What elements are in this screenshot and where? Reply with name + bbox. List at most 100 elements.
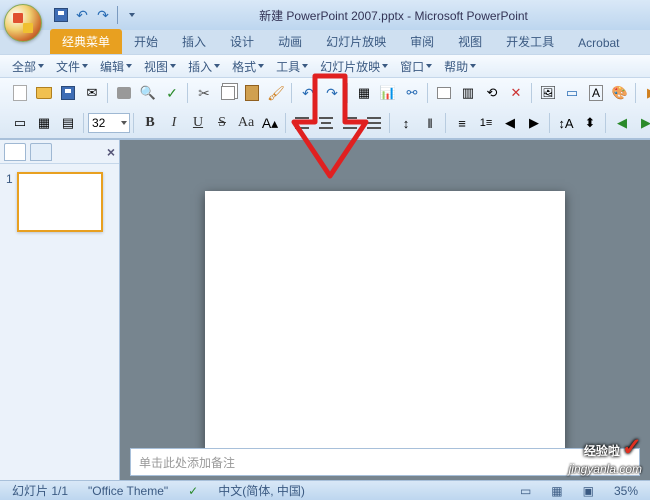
chevron-down-icon <box>470 64 476 68</box>
menu-file[interactable]: 文件 <box>50 55 94 78</box>
view-sorter-button[interactable]: ▦ <box>33 112 55 134</box>
line-spacing-icon: ↕ <box>403 116 410 131</box>
line-spacing-button[interactable]: ↕ <box>395 112 417 134</box>
new-file-icon <box>13 85 27 101</box>
qat-customize-button[interactable] <box>123 6 141 24</box>
qat-redo-button[interactable]: ↷ <box>94 6 112 24</box>
menu-edit[interactable]: 编辑 <box>94 55 138 78</box>
menu-help[interactable]: 帮助 <box>438 55 482 78</box>
bold-button[interactable]: B <box>139 112 161 134</box>
menu-tools[interactable]: 工具 <box>270 55 314 78</box>
align-text-button[interactable]: ⬍ <box>579 112 601 134</box>
outline-tab[interactable] <box>30 143 52 161</box>
columns-button[interactable]: ‖ <box>419 112 441 134</box>
menu-slideshow[interactable]: 幻灯片放映 <box>314 55 394 78</box>
tab-view[interactable]: 视图 <box>446 29 494 54</box>
qat-undo-button[interactable]: ↶ <box>73 6 91 24</box>
chevron-down-icon <box>38 64 44 68</box>
menu-insert[interactable]: 插入 <box>182 55 226 78</box>
tab-slideshow[interactable]: 幻灯片放映 <box>314 29 398 54</box>
chevron-down-icon <box>382 64 388 68</box>
italic-button[interactable]: I <box>163 112 185 134</box>
office-button[interactable] <box>4 4 42 42</box>
bold-icon: B <box>145 115 154 131</box>
view-normal-button[interactable]: ▭ <box>9 112 31 134</box>
delete-slide-button[interactable]: ✕ <box>505 82 527 104</box>
bullets-button[interactable]: ≡ <box>451 112 473 134</box>
menu-view[interactable]: 视图 <box>138 55 182 78</box>
font-size-input[interactable]: 32 <box>88 113 130 133</box>
email-button[interactable]: ✉ <box>81 82 103 104</box>
check-icon: ✓ <box>622 434 642 461</box>
align-left-button[interactable] <box>291 112 313 134</box>
chevron-down-icon <box>121 121 127 125</box>
tab-classic-menu[interactable]: 经典菜单 <box>50 29 122 54</box>
open-button[interactable] <box>33 82 55 104</box>
format-painter-button[interactable]: 🖌 <box>265 82 287 104</box>
align-right-button[interactable] <box>339 112 361 134</box>
close-panel-button[interactable]: × <box>107 144 115 160</box>
insert-chart-button[interactable]: 📊 <box>377 82 399 104</box>
new-slide-button[interactable] <box>433 82 455 104</box>
tab-home[interactable]: 开始 <box>122 29 170 54</box>
tab-developer[interactable]: 开发工具 <box>494 29 566 54</box>
slide-canvas[interactable] <box>205 191 565 451</box>
view-slideshow-status-button[interactable]: ▣ <box>577 484 600 498</box>
tab-acrobat[interactable]: Acrobat <box>566 32 631 54</box>
decrease-indent-button[interactable]: ◀ <box>499 112 521 134</box>
menu-window[interactable]: 窗口 <box>394 55 438 78</box>
redo-icon: ↷ <box>95 8 111 22</box>
tab-design[interactable]: 设计 <box>218 29 266 54</box>
font-size-up-button[interactable]: A▴ <box>259 112 281 134</box>
promote-button[interactable]: ◀ <box>611 112 633 134</box>
align-center-button[interactable] <box>315 112 337 134</box>
status-bar: 幻灯片 1/1 "Office Theme" ✓ 中文(简体, 中国) ▭ ▦ … <box>0 480 650 500</box>
tab-animation[interactable]: 动画 <box>266 29 314 54</box>
demote-button[interactable]: ▶ <box>635 112 650 134</box>
new-button[interactable] <box>9 82 31 104</box>
print-button[interactable] <box>113 82 135 104</box>
tab-insert[interactable]: 插入 <box>170 29 218 54</box>
insert-hyperlink-button[interactable]: ⚯ <box>401 82 423 104</box>
copy-button[interactable] <box>217 82 239 104</box>
increase-indent-button[interactable]: ▶ <box>523 112 545 134</box>
menu-format[interactable]: 格式 <box>226 55 270 78</box>
slide-edit-area[interactable] <box>120 140 650 481</box>
view-sorter-status-button[interactable]: ▦ <box>545 484 568 498</box>
notes-pane[interactable]: 单击此处添加备注 <box>130 448 640 476</box>
view-notes-button[interactable]: ▤ <box>57 112 79 134</box>
save-button[interactable] <box>57 82 79 104</box>
qat-save-button[interactable] <box>52 6 70 24</box>
undo-icon: ↶ <box>74 8 90 22</box>
insert-table-button[interactable]: ▦ <box>353 82 375 104</box>
view-normal-status-button[interactable]: ▭ <box>514 484 537 498</box>
layout-button[interactable]: ▥ <box>457 82 479 104</box>
cut-button[interactable]: ✂ <box>193 82 215 104</box>
shapes-button[interactable]: ▭ <box>561 82 583 104</box>
numbering-icon: 1≡ <box>480 117 493 129</box>
status-language[interactable]: 中文(简体, 中国) <box>212 482 311 499</box>
picture-button[interactable]: 🖼 <box>537 82 559 104</box>
run-slideshow-button[interactable]: ▶ <box>641 82 650 104</box>
spellcheck-button[interactable]: ✓ <box>161 82 183 104</box>
slide-thumbnail-1[interactable] <box>17 172 103 232</box>
text-direction-button[interactable]: ↕A <box>555 112 577 134</box>
change-case-button[interactable]: Aa <box>235 112 257 134</box>
zoom-level[interactable]: 35% <box>608 484 644 498</box>
clipart-button[interactable]: 🎨 <box>609 82 631 104</box>
strike-button[interactable]: S <box>211 112 233 134</box>
underline-button[interactable]: U <box>187 112 209 134</box>
reset-button[interactable]: ⟲ <box>481 82 503 104</box>
status-spellcheck-icon[interactable]: ✓ <box>182 484 204 498</box>
italic-icon: I <box>172 115 177 131</box>
numbering-button[interactable]: 1≡ <box>475 112 497 134</box>
undo-button[interactable]: ↶ <box>297 82 319 104</box>
tab-review[interactable]: 审阅 <box>398 29 446 54</box>
print-preview-button[interactable]: 🔍 <box>137 82 159 104</box>
align-justify-button[interactable] <box>363 112 385 134</box>
menu-all[interactable]: 全部 <box>6 55 50 78</box>
slides-tab[interactable] <box>4 143 26 161</box>
textbox-button[interactable]: A <box>585 82 607 104</box>
redo-button[interactable]: ↷ <box>321 82 343 104</box>
paste-button[interactable] <box>241 82 263 104</box>
